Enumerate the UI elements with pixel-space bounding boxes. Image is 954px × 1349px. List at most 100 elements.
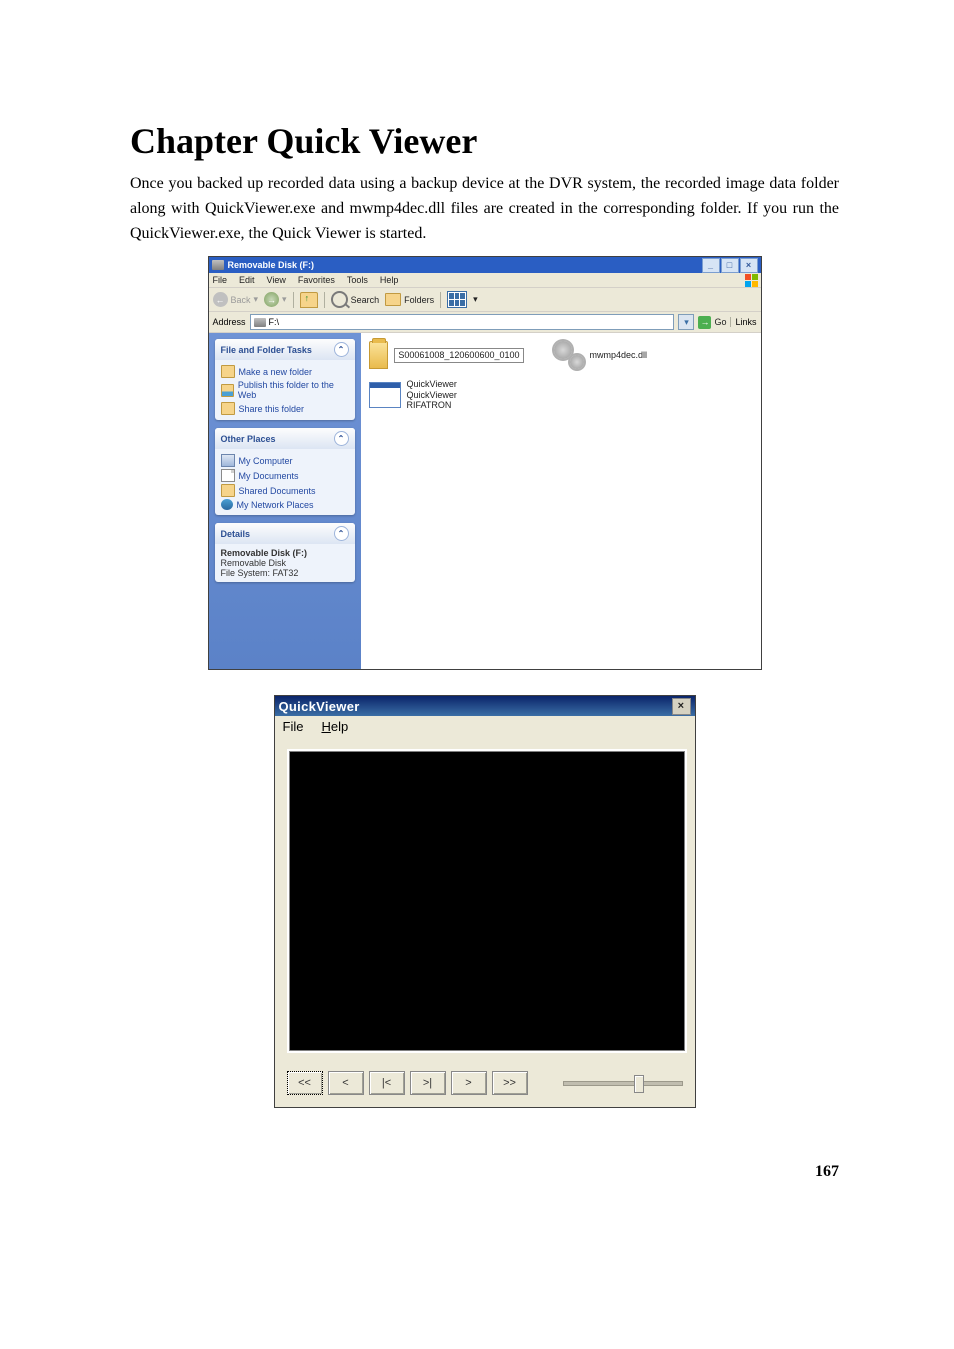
back-button[interactable]: ← Back ▾ <box>213 292 259 307</box>
task-label: Share this folder <box>239 404 305 414</box>
dll-name: mwmp4dec.dll <box>590 350 648 360</box>
shared-documents-icon <box>221 484 235 497</box>
details-panel: Details ⌃ Removable Disk (F:) Removable … <box>215 523 355 582</box>
collapse-icon[interactable]: ⌃ <box>334 526 349 541</box>
collapse-icon[interactable]: ⌃ <box>334 342 349 357</box>
views-button[interactable] <box>447 291 467 308</box>
publish-web-icon <box>221 384 234 397</box>
place-label: My Computer <box>239 456 293 466</box>
folder-name: S00061008_120600600_0100 <box>394 348 523 362</box>
folders-label: Folders <box>404 295 434 305</box>
playback-control-bar: << < |< >| > >> <box>275 1065 695 1107</box>
menu-file[interactable]: File <box>213 275 228 285</box>
chapter-heading: Chapter Quick Viewer <box>130 120 839 162</box>
goto-start-button[interactable]: |< <box>369 1071 405 1095</box>
explorer-content: S00061008_120600600_0100 QuickViewer Qui… <box>361 333 761 669</box>
body-paragraph: Once you backed up recorded data using a… <box>130 172 839 246</box>
file-item-dll[interactable]: mwmp4dec.dll <box>554 341 709 369</box>
explorer-menubar: File Edit View Favorites Tools Help <box>209 273 761 288</box>
my-computer-icon <box>221 454 235 467</box>
go-label: Go <box>714 317 726 327</box>
forward-fast-button[interactable]: >> <box>492 1071 528 1095</box>
quickviewer-window: QuickViewer × File Help << < |< >| > >> <box>274 695 696 1108</box>
close-button[interactable]: × <box>672 698 691 715</box>
address-bar: Address F:\ ▾ → Go Links <box>209 312 761 333</box>
place-my-computer[interactable]: My Computer <box>221 453 349 468</box>
qv-title-text: QuickViewer <box>279 699 360 714</box>
menu-view[interactable]: View <box>267 275 286 285</box>
address-input[interactable]: F:\ <box>250 314 675 330</box>
search-button[interactable]: Search <box>331 291 380 308</box>
folders-button[interactable]: Folders <box>385 293 434 306</box>
rewind-fast-button[interactable]: << <box>287 1071 323 1095</box>
application-icon <box>369 382 401 408</box>
page-number: 167 <box>130 1163 839 1181</box>
file-text: QuickViewer QuickViewer RIFATRON <box>407 379 457 410</box>
slider-thumb-icon[interactable] <box>634 1075 644 1093</box>
other-places-panel: Other Places ⌃ My Computer My Documents … <box>215 428 355 515</box>
task-make-folder[interactable]: Make a new folder <box>221 364 349 379</box>
network-places-icon <box>221 499 233 510</box>
drive-icon <box>254 318 266 327</box>
qv-menu-help[interactable]: Help <box>321 719 348 734</box>
qv-menubar: File Help <box>275 716 695 737</box>
folder-icon <box>369 341 389 369</box>
explorer-window: Removable Disk (F:) _ □ × File Edit View… <box>208 256 762 670</box>
goto-end-button[interactable]: >| <box>410 1071 446 1095</box>
chevron-down-icon: ▾ <box>282 294 287 305</box>
task-publish-web[interactable]: Publish this folder to the Web <box>221 379 349 401</box>
details-title: Details <box>221 529 251 539</box>
place-label: My Network Places <box>237 500 314 510</box>
file-folder-tasks-panel: File and Folder Tasks ⌃ Make a new folde… <box>215 339 355 420</box>
task-label: Make a new folder <box>239 367 313 377</box>
up-folder-button[interactable] <box>300 292 318 308</box>
collapse-icon[interactable]: ⌃ <box>334 431 349 446</box>
links-label[interactable]: Links <box>730 317 756 327</box>
step-back-button[interactable]: < <box>328 1071 364 1095</box>
file-item-folder[interactable]: S00061008_120600600_0100 <box>369 341 524 369</box>
address-value: F:\ <box>269 317 280 327</box>
step-forward-button[interactable]: > <box>451 1071 487 1095</box>
chevron-down-icon: ▾ <box>473 294 478 305</box>
search-label: Search <box>351 295 380 305</box>
back-label: Back <box>231 295 251 305</box>
qv-menu-file[interactable]: File <box>283 719 304 734</box>
menu-tools[interactable]: Tools <box>347 275 368 285</box>
search-icon <box>331 291 348 308</box>
dll-icon <box>554 341 584 369</box>
task-share-folder[interactable]: Share this folder <box>221 401 349 416</box>
place-shared-documents[interactable]: Shared Documents <box>221 483 349 498</box>
drive-icon <box>212 260 224 270</box>
go-arrow-icon: → <box>698 316 711 329</box>
explorer-sidepane: File and Folder Tasks ⌃ Make a new folde… <box>209 333 361 669</box>
task-label: Publish this folder to the Web <box>238 380 349 400</box>
menu-help[interactable]: Help <box>380 275 399 285</box>
places-title: Other Places <box>221 434 276 444</box>
chevron-down-icon: ▾ <box>254 294 259 305</box>
address-label: Address <box>213 317 246 327</box>
place-my-documents[interactable]: My Documents <box>221 468 349 483</box>
tasks-title: File and Folder Tasks <box>221 345 312 355</box>
place-label: My Documents <box>239 471 299 481</box>
file-item-quickviewer[interactable]: QuickViewer QuickViewer RIFATRON <box>369 379 524 410</box>
place-network-places[interactable]: My Network Places <box>221 498 349 511</box>
explorer-toolbar: ← Back ▾ → ▾ Search Folders <box>209 288 761 312</box>
menu-favorites[interactable]: Favorites <box>298 275 335 285</box>
video-display-area <box>287 749 687 1053</box>
close-button[interactable]: × <box>740 258 758 273</box>
seek-slider[interactable] <box>563 1081 683 1086</box>
maximize-button[interactable]: □ <box>721 258 739 273</box>
my-documents-icon <box>221 469 235 482</box>
minimize-button[interactable]: _ <box>702 258 720 273</box>
go-button[interactable]: → Go <box>698 316 726 329</box>
windows-logo-icon <box>745 274 758 287</box>
address-dropdown[interactable]: ▾ <box>678 314 694 330</box>
details-type: Removable Disk <box>221 558 287 568</box>
share-folder-icon <box>221 402 235 415</box>
details-fs: File System: FAT32 <box>221 568 299 578</box>
forward-button[interactable]: → ▾ <box>264 292 287 307</box>
place-label: Shared Documents <box>239 486 316 496</box>
new-folder-icon <box>221 365 235 378</box>
explorer-title-text: Removable Disk (F:) <box>228 260 315 270</box>
menu-edit[interactable]: Edit <box>239 275 255 285</box>
